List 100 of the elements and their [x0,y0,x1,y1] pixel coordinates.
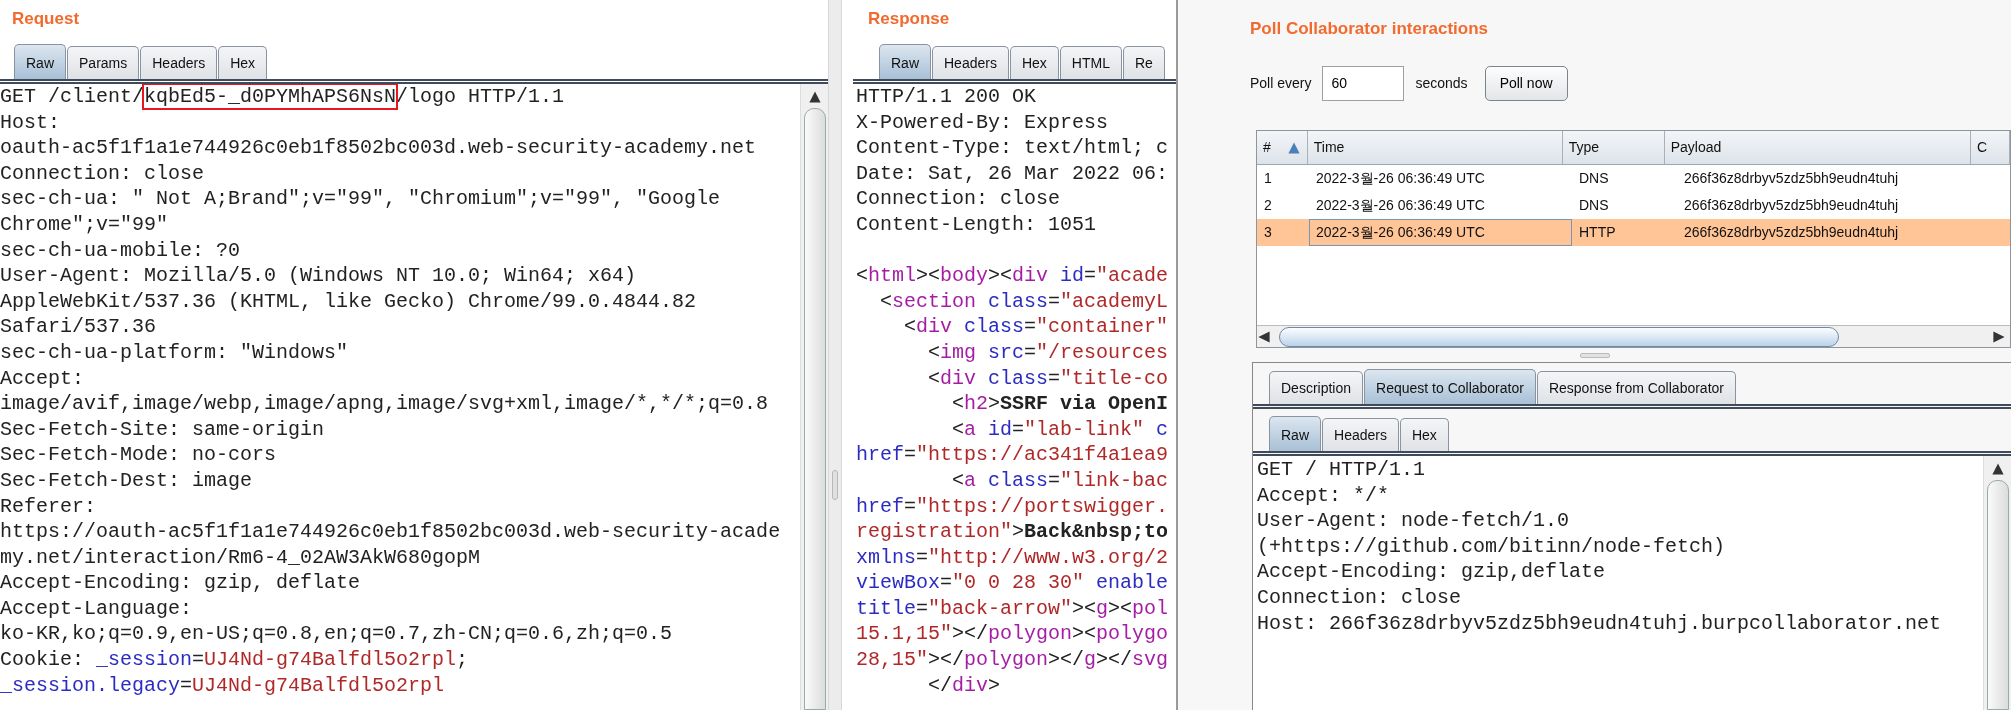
code-line: title="back-arrow"><g><pol [856,595,1170,622]
code-line: Date: Sat, 26 Mar 2022 06: [856,160,1170,187]
dialog-title: Poll Collaborator interactions [1249,18,1490,40]
code-line: AppleWebKit/537.36 (KHTML, like Gecko) Chrome/99.0.4844.82 [0,288,698,315]
column-header[interactable]: Type [1562,131,1665,164]
code-line: xmlns="http://www.w3.org/2 [856,544,1170,571]
unit-label: seconds [1415,73,1468,93]
code-line: <a id="lab-link" c [951,416,1170,443]
table-cell: 2022-3월-26 06:36:49 UTC [1309,219,1572,246]
table-cell-text: 2022-3월-26 06:36:49 UTC [1315,196,1486,215]
tab[interactable]: Description [1269,371,1364,404]
code-line: <a class="link-bac [951,467,1170,494]
code-line: </div> [927,672,1002,699]
code-line: Sec-Fetch-Mode: no-cors [0,442,278,468]
code-line: Safari/537.36 [0,314,158,340]
code-line: _session.legacy=UJ4Nd-g74Balfdl5o2rpl [0,672,446,699]
code-line: GET / HTTP/1.1 [1257,457,1427,483]
code-line: href="https://portswigger. [856,493,1170,520]
column-header[interactable]: Time [1307,131,1563,164]
column-header[interactable]: # [1257,131,1308,164]
table-row[interactable]: 1 2022-3월-26 06:36:49 UTC DNS 266f36z8drbyv5zdz5bh9eudn4tuhj [1257,165,2010,192]
table-cell-text: 1 [1263,169,1273,188]
poll-interval-field[interactable]: 60 [1322,65,1405,101]
tab[interactable]: Raw [1269,416,1321,451]
table-cell-text: 266f36z8drbyv5zdz5bh9eudn4tuhj [1683,223,1900,242]
code-line: Accept-Encoding: gzip, deflate [0,570,362,596]
table-row[interactable]: 2 2022-3월-26 06:36:49 UTC DNS 266f36z8drbyv5zdz5bh9eudn4tuhj [1257,192,2010,219]
code-line: Sec-Fetch-Site: same-origin [0,416,326,443]
code-line: https://oauth-ac5f1f1a1e744926c0eb1f8502bc003d.web-security-acade [0,519,782,545]
code-line: (+https://github.com/bitinn/node-fetch) [1257,533,1727,560]
code-line: Accept: [0,365,85,392]
scrollbar[interactable] [1983,456,2011,710]
code-line: Connection: close [0,160,206,187]
table-cell-text: 2022-3월-26 06:36:49 UTC [1315,169,1486,188]
code-line: <h2>SSRF via OpenI [951,391,1170,417]
tab[interactable]: Hex [1399,418,1449,451]
poll-now-button[interactable]: Poll now [1484,65,1568,101]
code-line: HTTP/1.1 200 OK [856,84,1037,110]
code-line: href="https://ac341f4a1ea9 [856,442,1170,468]
tab[interactable]: HTML [1059,46,1122,79]
column-header[interactable]: C [1970,131,2010,164]
code-line: Content-Length: 1051 [856,211,1098,238]
tab[interactable]: Raw [14,44,66,79]
table-row[interactable]: 3 2022-3월-26 06:36:49 UTC HTTP 266f36z8drbyv5zdz5bh9eudn4tuhj [1257,219,2010,246]
scrollbar[interactable] [1257,325,2010,347]
table-cell-text: 266f36z8drbyv5zdz5bh9eudn4tuhj [1683,169,1900,188]
code-line: ko-KR,ko;q=0.9,en-US;q=0.8,en;q=0.7,zh-CN;q=0.6,zh;q=0.5 [0,621,674,648]
splitter-handle[interactable] [1579,352,1610,358]
code-line: Connection: close [856,186,1062,212]
table-cell-text: DNS [1578,196,1610,215]
code-line: X-Powered-By: Express [856,109,1110,136]
tab[interactable]: Re [1122,46,1165,79]
scroll-up-icon[interactable] [1990,462,2005,476]
code-line: sec-ch-ua-mobile: ?0 [0,237,242,264]
code-line: sec-ch-ua-platform: "Windows" [0,339,350,366]
code-line: viewBox="0 0 28 30" enable [856,570,1170,596]
code-line: Chrome";v="99" [0,211,170,238]
code-line: Host: [0,109,61,136]
scrollbar[interactable] [800,84,829,710]
table-cell-text: 2 [1263,196,1273,215]
scroll-right-icon[interactable] [1992,329,2006,344]
code-line: my.net/interaction/Rm6-4_02AW3AkW680gopM [0,544,482,571]
code-line: Referer: [0,493,97,520]
code-line: Host: 266f36z8drbyv5zdz5bh9eudn4tuhj.burpcollaborator.net [1257,610,1943,637]
code-line: <div class="container" [903,314,1170,340]
table-cell-text: HTTP [1578,223,1617,242]
code-line: image/avif,image/webp,image/apng,image/svg+xml,image/*,*/*;q=0.8 [0,391,770,417]
tab[interactable]: Request to Collaborator [1364,369,1536,404]
pane-title: Response [867,8,951,30]
code-line: registration">Back&nbsp;to [856,519,1170,545]
code-line: sec-ch-ua: " Not A;Brand";v="99", "Chromium";v="99", "Google [0,186,722,212]
code-line: Content-Type: text/html; c [856,135,1170,161]
code-line: User-Agent: node-fetch/1.0 [1257,508,1571,534]
table-cell-text: 3 [1263,223,1273,242]
tab[interactable]: Headers [1322,418,1399,451]
code-line: <div class="title-co [927,365,1170,392]
code-line: Connection: close [1257,584,1463,611]
tab[interactable]: Hex [1009,46,1059,79]
code-line: <img src="/resources [927,339,1170,366]
code-line: <html><body><div id="acade [856,263,1170,289]
code-line: 15.1,15"></polygon><polygo [856,621,1170,648]
code-line: <section class="academyL [879,288,1170,315]
code-line: Accept: */* [1257,482,1391,509]
scroll-left-icon[interactable] [1257,329,1271,344]
code-line: Cookie: _session=UJ4Nd-g74Balfdl5o2rpl; [0,647,470,673]
tab[interactable]: Headers [140,46,218,79]
code-line: Sec-Fetch-Dest: image [0,467,254,494]
code-line: oauth-ac5f1f1a1e744926c0eb1f8502bc003d.web-security-academy.net [0,135,758,161]
code-line: User-Agent: Mozilla/5.0 (Windows NT 10.0; Win64; x64) [0,263,638,289]
code-line: Accept-Language: [0,595,194,622]
tab[interactable]: Raw [879,44,931,79]
scroll-up-icon[interactable] [807,90,822,104]
field-label: Poll every [1250,73,1312,93]
tab[interactable]: Headers [932,46,1009,79]
code-line: Accept-Encoding: gzip,deflate [1257,559,1607,585]
column-header[interactable]: Payload [1664,131,1971,164]
tab[interactable]: Response from Collaborator [1536,371,1736,404]
tab[interactable]: Hex [218,46,268,79]
table-cell-text: DNS [1578,169,1610,188]
tab[interactable]: Params [67,46,140,79]
